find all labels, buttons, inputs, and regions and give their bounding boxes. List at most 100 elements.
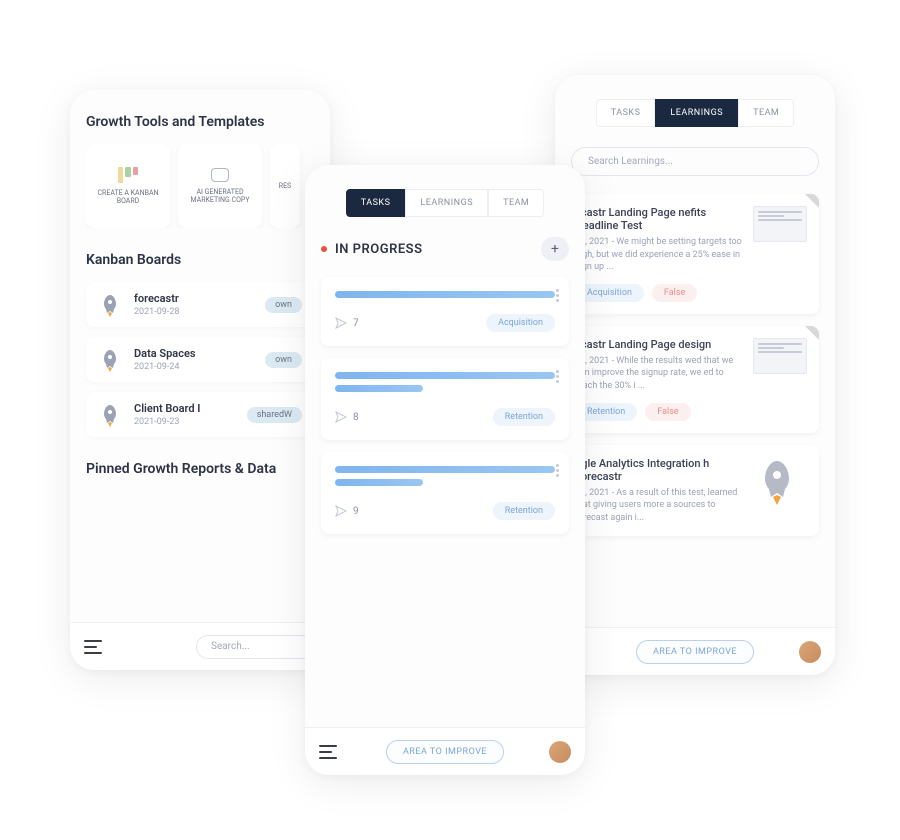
task-count: 9: [353, 506, 359, 517]
task-card[interactable]: 9 Retention: [321, 452, 569, 534]
more-icon[interactable]: [556, 289, 559, 302]
add-task-button[interactable]: +: [541, 237, 569, 261]
tabbar: TASKS LEARNINGS TEAM: [321, 189, 569, 217]
learning-body: ogle Analytics Integration h Forecastr 2…: [571, 457, 743, 525]
learning-text: 05, 2021 - We might be setting targets t…: [575, 236, 743, 274]
tool-card-ai-copy[interactable]: AI GENERATED MARKETING COPY: [178, 144, 262, 228]
board-tag: own: [265, 352, 302, 368]
tool-label: CREATE A KANBAN BOARD: [92, 189, 164, 205]
tool-card-kanban[interactable]: CREATE A KANBAN BOARD: [86, 144, 170, 228]
tab-learnings[interactable]: LEARNINGS: [655, 99, 738, 127]
send-icon: [335, 411, 347, 423]
rocket-icon: [98, 348, 122, 372]
status-dot-icon: [321, 246, 327, 252]
board-info: Client Board I 2021-09-23: [134, 402, 235, 427]
tab-tasks[interactable]: TASKS: [596, 99, 656, 127]
corner-fold-icon: [805, 326, 819, 340]
tool-card-partial[interactable]: RES: [270, 144, 300, 228]
tab-team[interactable]: TEAM: [488, 189, 544, 217]
phone-learnings: TASKS LEARNINGS TEAM Search Learnings...…: [555, 75, 835, 675]
board-info: forecastr 2021-09-28: [134, 292, 253, 317]
phone-content: Growth Tools and Templates CREATE A KANB…: [70, 90, 330, 622]
board-date: 2021-09-28: [134, 307, 253, 317]
board-row[interactable]: Client Board I 2021-09-23 sharedW: [86, 392, 314, 437]
learning-body: ecastr Landing Page nefits Headline Test…: [571, 206, 743, 302]
bottom-bar: Search...: [70, 622, 330, 670]
phone-content: TASKS LEARNINGS TEAM IN PROGRESS + 7 Acq…: [305, 165, 585, 727]
board-name: Data Spaces: [134, 347, 253, 360]
skeleton-line: [335, 291, 555, 298]
area-to-improve-button[interactable]: AREA TO IMPROVE: [386, 740, 504, 764]
learning-thumbnail: [753, 338, 807, 374]
avatar[interactable]: [549, 741, 571, 763]
task-footer: 9 Retention: [335, 502, 555, 520]
tool-label: AI GENERATED MARKETING COPY: [184, 188, 256, 204]
more-icon[interactable]: [556, 370, 559, 383]
search-input[interactable]: Search...: [196, 635, 316, 659]
section-title-boards: Kanban Boards: [86, 252, 314, 268]
tab-learnings[interactable]: LEARNINGS: [405, 189, 488, 217]
bottom-bar: AREA TO IMPROVE: [305, 727, 585, 775]
task-count: 7: [353, 318, 359, 329]
board-tag: own: [265, 297, 302, 313]
column-header: IN PROGRESS +: [321, 237, 569, 261]
tab-tasks[interactable]: TASKS: [346, 189, 406, 217]
learning-card[interactable]: ecastr Landing Page nefits Headline Test…: [571, 194, 819, 314]
task-card[interactable]: 8 Retention: [321, 358, 569, 440]
rocket-icon: [98, 293, 122, 317]
board-name: forecastr: [134, 292, 253, 305]
rocket-icon: [753, 457, 801, 505]
column-title: IN PROGRESS: [335, 242, 423, 257]
tab-team[interactable]: TEAM: [738, 99, 794, 127]
kanban-icon: [118, 167, 138, 183]
phone-content: TASKS LEARNINGS TEAM Search Learnings...…: [555, 75, 835, 627]
board-info: Data Spaces 2021-09-24: [134, 347, 253, 372]
category-pill: Retention: [493, 502, 555, 520]
tool-cards-row: CREATE A KANBAN BOARD AI GENERATED MARKE…: [86, 144, 314, 228]
category-pill: Retention: [493, 408, 555, 426]
board-date: 2021-09-23: [134, 417, 235, 427]
learning-title: ecastr Landing Page design: [575, 338, 743, 351]
phone-tasks: TASKS LEARNINGS TEAM IN PROGRESS + 7 Acq…: [305, 165, 585, 775]
menu-icon[interactable]: [319, 745, 337, 759]
learning-card[interactable]: ogle Analytics Integration h Forecastr 2…: [571, 445, 819, 537]
learning-tags: Retention False: [575, 403, 743, 421]
skeleton-line: [335, 479, 423, 486]
rocket-icon: [98, 403, 122, 427]
corner-fold-icon: [805, 194, 819, 208]
learning-title: ogle Analytics Integration h Forecastr: [575, 457, 743, 483]
bottom-bar: AREA TO IMPROVE: [555, 627, 835, 675]
learning-card[interactable]: ecastr Landing Page design 05, 2021 - Wh…: [571, 326, 819, 433]
more-icon[interactable]: [556, 464, 559, 477]
send-icon: [335, 505, 347, 517]
board-row[interactable]: forecastr 2021-09-28 own: [86, 282, 314, 327]
task-footer: 7 Acquisition: [335, 314, 555, 332]
learning-title: ecastr Landing Page nefits Headline Test: [575, 206, 743, 232]
board-row[interactable]: Data Spaces 2021-09-24 own: [86, 337, 314, 382]
learning-tag: Acquisition: [575, 284, 644, 302]
learning-text: 29, 2021 - As a result of this test, lea…: [575, 487, 743, 525]
learning-thumbnail: [753, 206, 807, 242]
task-card[interactable]: 7 Acquisition: [321, 277, 569, 346]
chat-icon: [211, 168, 229, 182]
skeleton-line: [335, 372, 555, 379]
learning-tags: Acquisition False: [575, 284, 743, 302]
skeleton-line: [335, 385, 423, 392]
task-footer: 8 Retention: [335, 408, 555, 426]
board-name: Client Board I: [134, 402, 235, 415]
tabbar: TASKS LEARNINGS TEAM: [571, 99, 819, 127]
board-tag: sharedW: [247, 407, 302, 423]
phone-growth-tools: Growth Tools and Templates CREATE A KANB…: [70, 90, 330, 670]
learning-text: 05, 2021 - While the results wed that we…: [575, 355, 743, 393]
board-date: 2021-09-24: [134, 362, 253, 372]
avatar[interactable]: [799, 641, 821, 663]
learning-body: ecastr Landing Page design 05, 2021 - Wh…: [571, 338, 743, 421]
menu-icon[interactable]: [84, 640, 102, 654]
send-icon: [335, 317, 347, 329]
learning-tag: False: [645, 403, 690, 421]
section-title-tools: Growth Tools and Templates: [86, 114, 314, 130]
section-title-reports: Pinned Growth Reports & Data: [86, 461, 314, 477]
search-learnings-input[interactable]: Search Learnings...: [571, 147, 819, 176]
area-to-improve-button[interactable]: AREA TO IMPROVE: [636, 640, 754, 664]
skeleton-line: [335, 466, 555, 473]
